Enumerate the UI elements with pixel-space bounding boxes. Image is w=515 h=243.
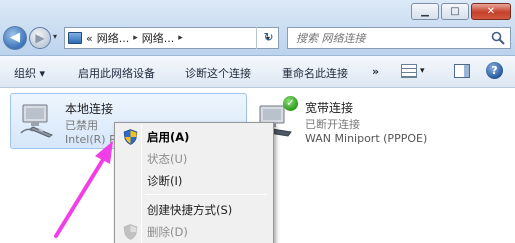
- help-icon[interactable]: ?: [486, 62, 503, 79]
- menu-item-label: 删除(D): [147, 225, 188, 239]
- menu-item-label: 诊断(I): [147, 174, 183, 188]
- breadcrumb-item-connections[interactable]: 网络...: [142, 30, 175, 46]
- network-folder-icon: [68, 32, 82, 44]
- menu-item-enable[interactable]: 启用(A): [117, 125, 271, 147]
- command-bar: 组织 ▾ 启用此网络设备 诊断这个连接 重命名此连接 » ▾ ?: [0, 56, 515, 88]
- connection-status: 已禁用: [65, 119, 98, 132]
- enable-device-button[interactable]: 启用此网络设备: [78, 65, 155, 81]
- connection-name: 本地连接: [65, 102, 114, 116]
- diagnose-button[interactable]: 诊断这个连接: [185, 65, 251, 81]
- menu-item-label: 创建快捷方式(S): [147, 203, 233, 217]
- search-icon[interactable]: [491, 31, 505, 45]
- connection-tile-broadband[interactable]: ✓ 宽带连接 已断开连接 WAN Miniport (PPPOE): [253, 93, 508, 149]
- maximize-button[interactable]: □: [441, 3, 469, 20]
- connection-status: 已断开连接: [305, 118, 360, 131]
- organize-button[interactable]: 组织 ▾: [14, 65, 45, 81]
- connection-device: Intel(R) P: [65, 133, 116, 146]
- network-adapter-icon: [20, 104, 54, 138]
- refresh-button[interactable]: ↻: [256, 27, 280, 49]
- close-button[interactable]: ✕: [471, 3, 511, 20]
- menu-item-label: 启用(A): [147, 130, 190, 144]
- breadcrumb-item-network[interactable]: 网络...: [97, 30, 130, 46]
- rename-button[interactable]: 重命名此连接: [282, 65, 348, 81]
- minimize-button[interactable]: ▁: [411, 3, 439, 20]
- menu-item-label: 状态(U): [147, 152, 188, 166]
- context-menu: 启用(A) 状态(U) 诊断(I) 创建快捷方式(S) 删除(D): [114, 122, 274, 243]
- recent-pages-dropdown[interactable]: ▾: [53, 32, 57, 41]
- back-button[interactable]: ◀: [3, 26, 27, 50]
- breadcrumb-separator[interactable]: ▸: [133, 33, 138, 43]
- menu-item-status[interactable]: 状态(U): [117, 147, 271, 169]
- preview-pane-icon[interactable]: [454, 64, 470, 78]
- details-view-icon: [401, 64, 417, 78]
- window-title-area: ▁ □ ✕ ◀ ▶ ▾ « 网络... ▸ 网络... ▸ ▾ ↻: [0, 0, 515, 56]
- shield-icon: [123, 224, 138, 240]
- breadcrumb-overflow[interactable]: «: [86, 32, 93, 45]
- menu-item-create-shortcut[interactable]: 创建快捷方式(S): [117, 198, 271, 220]
- connected-check-icon: ✓: [283, 96, 298, 111]
- connection-device: WAN Miniport (PPPOE): [305, 132, 428, 145]
- address-bar[interactable]: « 网络... ▸ 网络... ▸ ▾: [64, 27, 279, 49]
- forward-button[interactable]: ▶: [29, 27, 51, 49]
- more-commands-button[interactable]: »: [372, 65, 379, 78]
- breadcrumb-separator[interactable]: ▸: [178, 33, 183, 43]
- connection-name: 宽带连接: [305, 101, 354, 115]
- view-dropdown-icon: ▾: [420, 66, 425, 76]
- menu-item-delete[interactable]: 删除(D): [117, 220, 271, 242]
- window-controls: ▁ □ ✕: [411, 3, 511, 20]
- search-input[interactable]: [296, 31, 476, 45]
- change-view-button[interactable]: ▾: [401, 64, 425, 78]
- menu-separator: [145, 194, 267, 195]
- menu-item-diagnose[interactable]: 诊断(I): [117, 169, 271, 191]
- shield-icon: [123, 129, 138, 145]
- search-box[interactable]: [287, 27, 511, 49]
